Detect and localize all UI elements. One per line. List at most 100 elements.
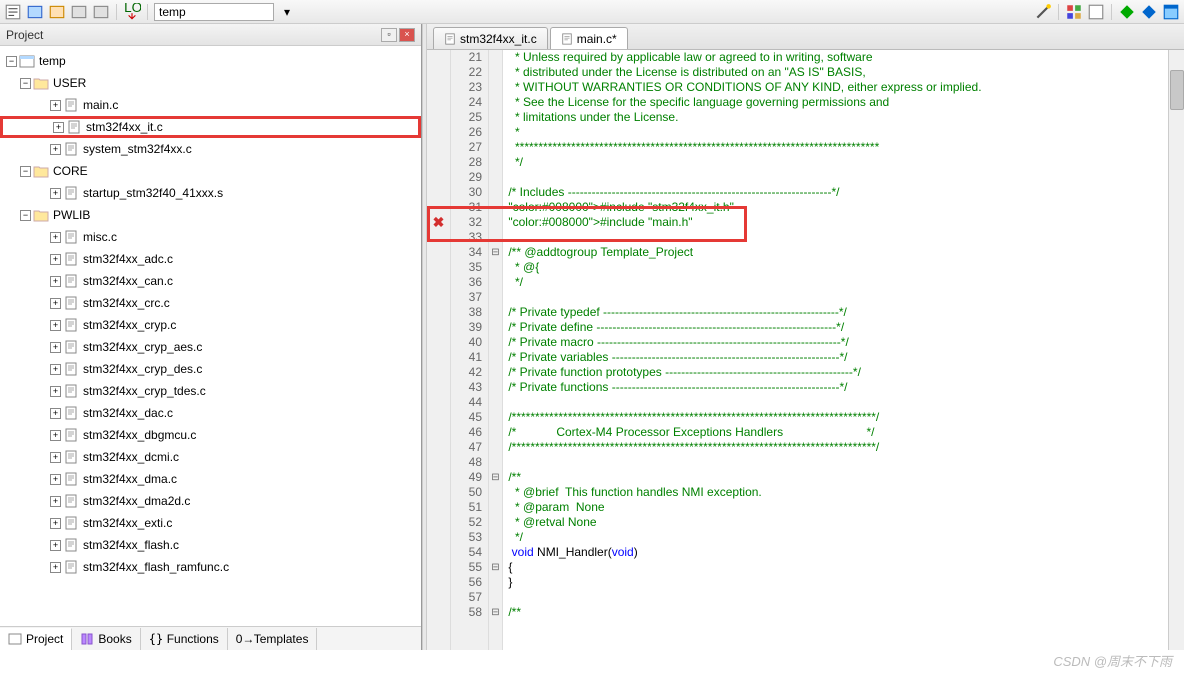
tree-file[interactable]: +stm32f4xx_dma2d.c [0,490,421,512]
fold-cell[interactable] [489,350,502,365]
tree-file[interactable]: +stm32f4xx_cryp_aes.c [0,336,421,358]
code-line[interactable]: /* Private functions -------------------… [505,380,1168,395]
expand-icon[interactable]: + [50,540,61,551]
fold-cell[interactable] [489,440,502,455]
fold-cell[interactable] [489,95,502,110]
dropdown-arrow-icon[interactable]: ▾ [278,3,296,21]
tree-file[interactable]: +stm32f4xx_it.c [0,116,421,138]
code-line[interactable] [505,455,1168,470]
fold-cell[interactable] [489,65,502,80]
fold-cell[interactable] [489,515,502,530]
code-line[interactable]: * WITHOUT WARRANTIES OR CONDITIONS OF AN… [505,80,1168,95]
fold-cell[interactable] [489,590,502,605]
code-line[interactable]: /* Private define ----------------------… [505,320,1168,335]
tree-file[interactable]: +stm32f4xx_flash.c [0,534,421,556]
manage-icon[interactable] [1087,3,1105,21]
expand-icon[interactable]: + [50,320,61,331]
fold-cell[interactable] [489,365,502,380]
tree-file[interactable]: +stm32f4xx_dcmi.c [0,446,421,468]
window-icon[interactable] [1162,3,1180,21]
code-line[interactable]: /** [505,470,1168,485]
project-tree[interactable]: −temp−USER+main.c+stm32f4xx_it.c+system_… [0,46,421,626]
fold-cell[interactable] [489,425,502,440]
tree-file[interactable]: +stm32f4xx_flash_ramfunc.c [0,556,421,578]
code-line[interactable]: ****************************************… [505,140,1168,155]
tree-root[interactable]: −temp [0,50,421,72]
code-line[interactable]: { [505,560,1168,575]
expand-icon[interactable]: + [50,342,61,353]
code-line[interactable]: * @param None [505,500,1168,515]
tree-file[interactable]: +startup_stm32f40_41xxx.s [0,182,421,204]
code-line[interactable]: /* Private variables -------------------… [505,350,1168,365]
bottom-tab-functions[interactable]: {}Functions [141,628,228,650]
tree-file[interactable]: +misc.c [0,226,421,248]
code-line[interactable]: /* Includes ----------------------------… [505,185,1168,200]
editor-tab[interactable]: main.c* [550,27,628,49]
expand-icon[interactable]: − [20,210,31,221]
fold-cell[interactable] [489,380,502,395]
fold-column[interactable]: ⊟⊟⊟⊟ [489,50,503,650]
expand-icon[interactable]: + [50,144,61,155]
fold-cell[interactable] [489,230,502,245]
fold-cell[interactable] [489,260,502,275]
expand-icon[interactable]: + [53,122,64,133]
code-line[interactable]: /* Private typedef ---------------------… [505,305,1168,320]
code-area[interactable]: ✖ 21222324252627282930313233343536373839… [427,50,1184,650]
fold-cell[interactable] [489,155,502,170]
code-line[interactable] [505,170,1168,185]
fold-cell[interactable] [489,545,502,560]
toolbar-icon-2[interactable] [26,3,44,21]
toolbar-icon-1[interactable] [4,3,22,21]
blocks-icon[interactable] [1065,3,1083,21]
tree-file[interactable]: +system_stm32f4xx.c [0,138,421,160]
code-line[interactable]: /** [505,605,1168,620]
code-line[interactable]: * [505,125,1168,140]
fold-cell[interactable]: ⊟ [489,245,502,260]
diamond-green-icon[interactable] [1118,3,1136,21]
fold-cell[interactable]: ⊟ [489,470,502,485]
tree-group-pwlib[interactable]: −PWLIB [0,204,421,226]
fold-cell[interactable] [489,485,502,500]
fold-cell[interactable] [489,410,502,425]
code-line[interactable] [505,395,1168,410]
fold-cell[interactable] [489,305,502,320]
code-line[interactable] [505,590,1168,605]
code-line[interactable]: */ [505,155,1168,170]
fold-cell[interactable] [489,50,502,65]
expand-icon[interactable]: + [50,518,61,529]
expand-icon[interactable]: − [6,56,17,67]
code-line[interactable]: * @{ [505,260,1168,275]
code-line[interactable]: /** @addtogroup Template_Project [505,245,1168,260]
fold-cell[interactable]: ⊟ [489,560,502,575]
code-line[interactable]: /* Private function prototypes ---------… [505,365,1168,380]
expand-icon[interactable]: + [50,276,61,287]
load-icon[interactable]: LOAD [123,3,141,21]
code-line[interactable]: /***************************************… [505,410,1168,425]
code-line[interactable]: * See the License for the specific langu… [505,95,1168,110]
diamond-blue-icon[interactable] [1140,3,1158,21]
tree-file[interactable]: +stm32f4xx_adc.c [0,248,421,270]
fold-cell[interactable] [489,140,502,155]
code-line[interactable]: * @brief This function handles NMI excep… [505,485,1168,500]
panel-pin-button[interactable]: ▫ [381,28,397,42]
tree-file[interactable]: +stm32f4xx_cryp_tdes.c [0,380,421,402]
code-line[interactable]: * @retval None [505,515,1168,530]
tree-file[interactable]: +stm32f4xx_cryp_des.c [0,358,421,380]
fold-cell[interactable] [489,395,502,410]
code-line[interactable]: "color:#008000">#include "main.h" [505,215,1168,230]
code-line[interactable]: * distributed under the License is distr… [505,65,1168,80]
bottom-tab-project[interactable]: Project [0,628,72,650]
expand-icon[interactable]: + [50,254,61,265]
toolbar-icon-3[interactable] [48,3,66,21]
tree-file[interactable]: +stm32f4xx_dbgmcu.c [0,424,421,446]
fold-cell[interactable] [489,275,502,290]
code-line[interactable]: void NMI_Handler(void) [505,545,1168,560]
expand-icon[interactable]: + [50,188,61,199]
fold-cell[interactable] [489,125,502,140]
fold-cell[interactable] [489,110,502,125]
tree-file[interactable]: +stm32f4xx_exti.c [0,512,421,534]
wand-icon[interactable] [1034,3,1052,21]
fold-cell[interactable] [489,455,502,470]
toolbar-icon-5[interactable] [92,3,110,21]
bottom-tab-templates[interactable]: 0→Templates [228,628,318,650]
